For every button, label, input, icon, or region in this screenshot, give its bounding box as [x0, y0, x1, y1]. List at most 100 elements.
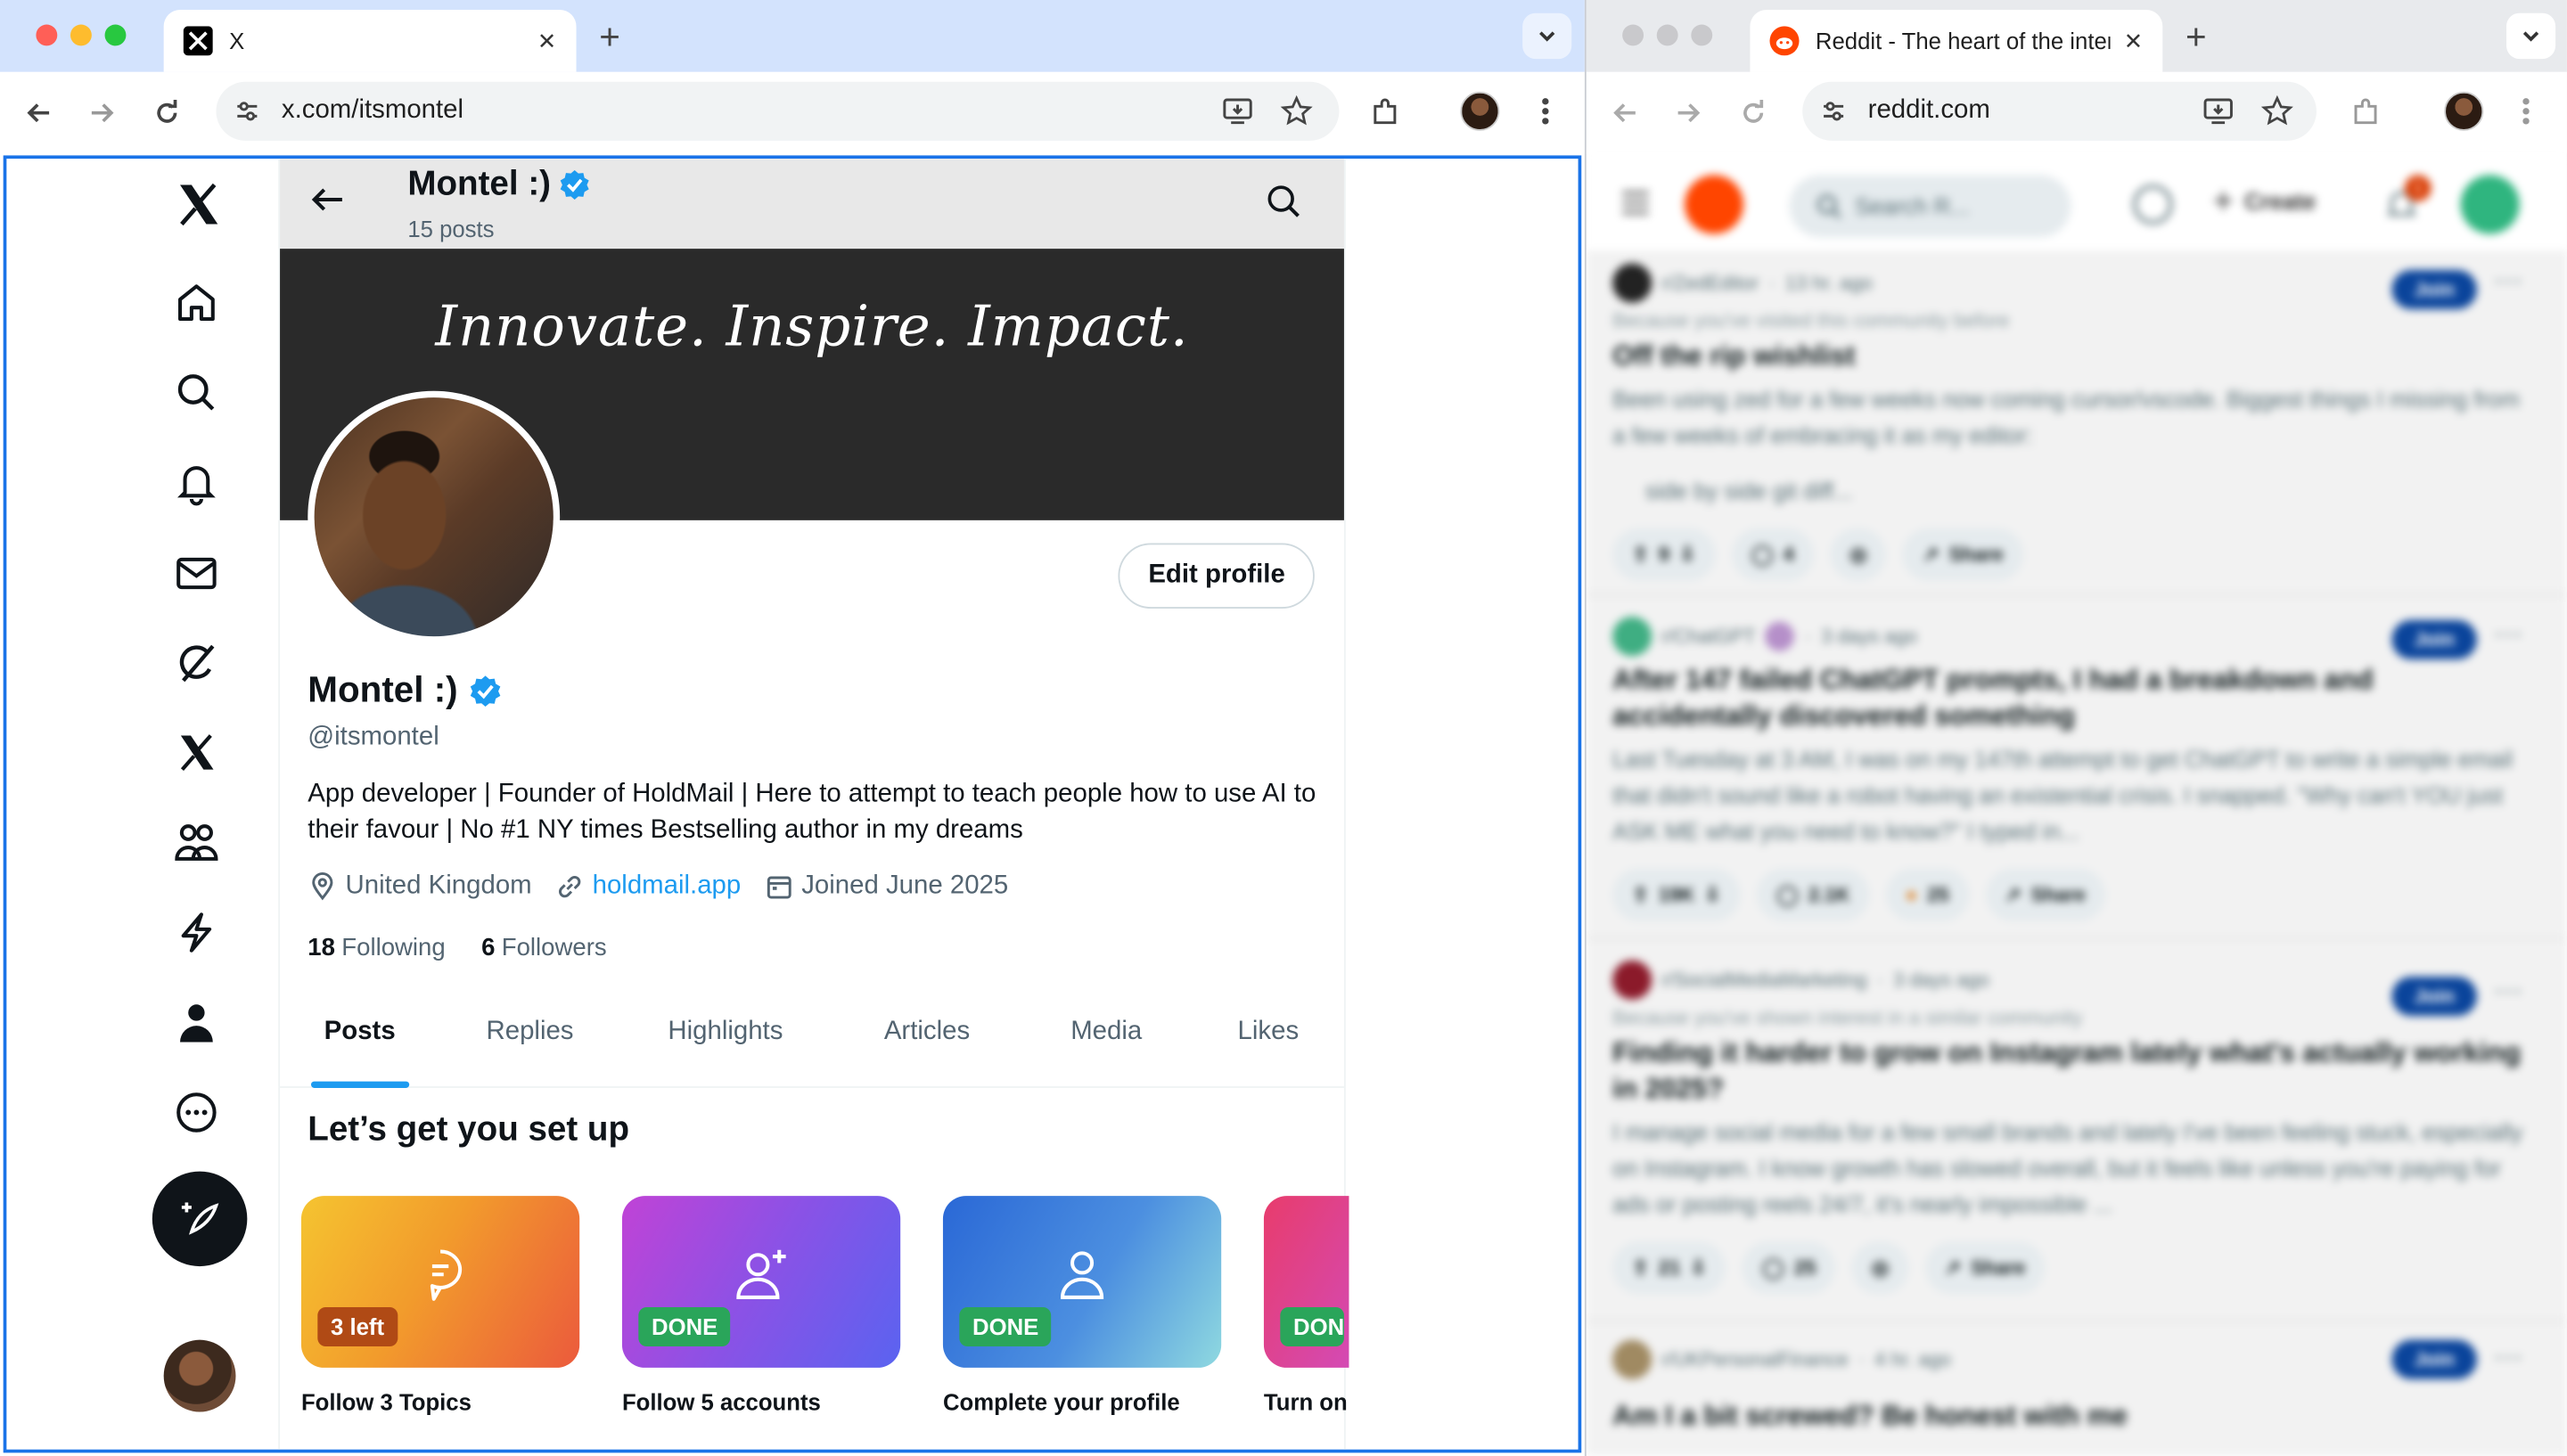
site-settings-icon[interactable] [233, 96, 262, 126]
feed-post[interactable]: r/ChatGPT · 3 days ago Join ··· After 147 … [1612, 617, 2522, 921]
x-premium-icon[interactable] [172, 728, 221, 777]
more-options-icon[interactable]: ··· [2493, 1340, 2522, 1375]
feed-post[interactable]: r/SocialMediaMarketing · 3 days ago Join ·… [1612, 960, 2522, 1295]
website-link[interactable]: holdmail.app [593, 872, 742, 902]
lightning-icon[interactable] [172, 908, 221, 957]
back-button[interactable] [20, 94, 59, 133]
comments-button[interactable]: ◯ 25 [1743, 1241, 1836, 1295]
card-label[interactable]: Follow 5 accounts [622, 1389, 821, 1415]
award-button[interactable]: ◎ [1851, 1241, 1909, 1295]
home-icon[interactable] [172, 278, 221, 327]
setup-card-profile[interactable]: DONE [942, 1196, 1222, 1368]
more-options-icon[interactable]: ··· [2493, 973, 2522, 1008]
back-button[interactable] [1606, 94, 1645, 133]
reddit-user-avatar[interactable] [2460, 175, 2520, 234]
reddit-logo-icon[interactable] [1684, 175, 1744, 234]
bookmark-star-icon[interactable] [2260, 94, 2293, 127]
website[interactable]: holdmail.app [554, 872, 741, 902]
browser-menu-button[interactable] [1526, 92, 1565, 131]
award-button[interactable]: ◎ [1830, 528, 1887, 581]
tab-search-button[interactable] [2505, 12, 2556, 60]
x-logo-icon[interactable] [172, 178, 225, 231]
edit-profile-button[interactable]: Edit profile [1119, 543, 1315, 609]
tab-search-button[interactable] [1522, 12, 1572, 60]
profile-photo[interactable] [308, 390, 561, 643]
vote-button[interactable]: ⇧ 19K ⇩ [1612, 868, 1741, 921]
close-window-button[interactable] [36, 24, 58, 46]
browser-menu-button[interactable] [2506, 92, 2546, 131]
followers-link[interactable]: 6 Followers [481, 934, 607, 961]
profile-icon[interactable] [172, 998, 221, 1047]
compose-post-button[interactable] [152, 1171, 248, 1267]
award-button[interactable]: ● 25 [1885, 868, 1969, 921]
search-icon[interactable] [1266, 184, 1301, 219]
extensions-button[interactable] [2346, 94, 2385, 133]
feed-post[interactable]: r/ZedEditor · 13 hr. ago Join ··· Because … [1612, 263, 2522, 581]
reddit-search-input[interactable]: Search R... [1789, 175, 2071, 238]
share-button[interactable]: ↗ Share [1985, 868, 2105, 921]
post-title[interactable]: Off the rip wishlist [1612, 339, 2522, 374]
tab-x[interactable]: X ✕ [163, 10, 577, 72]
verified-badge-icon[interactable] [468, 674, 503, 708]
more-icon[interactable] [172, 1088, 221, 1137]
search-icon[interactable] [172, 368, 221, 417]
notifications-bell-icon[interactable]: 1 [2382, 175, 2432, 224]
setup-card-notifications[interactable]: DON [1263, 1196, 1349, 1368]
tab-reddit[interactable]: Reddit - The heart of the inter ✕ [1750, 10, 2163, 72]
forward-button[interactable] [1669, 94, 1708, 133]
join-button[interactable]: Join [2391, 269, 2477, 310]
tab-posts[interactable]: Posts [310, 977, 409, 1088]
comments-button[interactable]: ◯ 4 [1731, 528, 1814, 581]
more-options-icon[interactable]: ··· [2493, 617, 2522, 651]
vote-button[interactable]: ⇧ 9 ⇩ [1612, 528, 1716, 581]
forward-button[interactable] [82, 94, 121, 133]
site-settings-icon[interactable] [1819, 96, 1849, 126]
grok-icon[interactable] [172, 638, 221, 687]
share-button[interactable]: ↗ Share [1924, 1241, 2046, 1295]
mail-icon[interactable] [172, 548, 221, 597]
minimize-window-button[interactable] [1656, 24, 1678, 46]
join-button[interactable]: Join [2391, 1339, 2477, 1379]
card-label[interactable]: Complete your profile [943, 1389, 1180, 1415]
post-title[interactable]: Finding it harder to grow on Instagram l… [1612, 1035, 2522, 1108]
tab-highlights[interactable]: Highlights [668, 977, 783, 1088]
extensions-button[interactable] [1366, 94, 1405, 133]
communities-icon[interactable] [172, 818, 221, 867]
more-options-icon[interactable]: ··· [2493, 264, 2522, 299]
profile-avatar[interactable] [2444, 91, 2484, 131]
tab-replies[interactable]: Replies [486, 977, 573, 1088]
create-post-button[interactable]: ＋ Create [2211, 184, 2316, 217]
reload-button[interactable] [1734, 94, 1773, 133]
new-tab-button[interactable]: + [2186, 16, 2207, 59]
zoom-window-button[interactable] [104, 24, 127, 46]
close-tab-icon[interactable]: ✕ [537, 27, 557, 54]
bookmark-star-icon[interactable] [1280, 94, 1313, 127]
card-label[interactable]: Turn on [1264, 1389, 1348, 1415]
post-title[interactable]: Am I a bit screwed? Be honest with me [1612, 1399, 2522, 1435]
join-button[interactable]: Join [2391, 619, 2477, 659]
close-tab-icon[interactable]: ✕ [2124, 27, 2144, 54]
join-button[interactable]: Join [2391, 977, 2477, 1017]
account-avatar[interactable] [163, 1339, 236, 1412]
card-label[interactable]: Follow 3 Topics [301, 1389, 472, 1415]
bell-icon[interactable] [172, 458, 221, 507]
profile-avatar[interactable] [1460, 91, 1500, 131]
zoom-window-button[interactable] [1691, 24, 1713, 46]
vote-button[interactable]: ⇧ 21 ⇩ [1612, 1241, 1726, 1295]
new-tab-button[interactable]: + [599, 16, 620, 59]
tab-likes[interactable]: Likes [1238, 977, 1300, 1088]
install-app-icon[interactable] [2202, 94, 2235, 127]
reload-button[interactable] [147, 94, 186, 133]
share-button[interactable]: ↗ Share [1903, 528, 2023, 581]
feed-post[interactable]: r/UKPersonalFinance · 4 hr. ago Join ··· A… [1612, 1339, 2522, 1435]
tab-articles[interactable]: Articles [884, 977, 970, 1088]
post-title[interactable]: After 147 failed ChatGPT prompts, I had … [1612, 663, 2522, 735]
following-link[interactable]: 18 Following [308, 934, 445, 961]
address-bar[interactable]: x.com/itsmontel [216, 81, 1340, 141]
address-bar[interactable]: reddit.com [1802, 81, 2317, 141]
comments-button[interactable]: ◯ 2.1K [1757, 868, 1870, 921]
tab-media[interactable]: Media [1070, 977, 1142, 1088]
install-app-icon[interactable] [1221, 94, 1254, 127]
back-arrow-icon[interactable] [309, 182, 345, 217]
hamburger-menu-icon[interactable] [1619, 188, 1652, 217]
